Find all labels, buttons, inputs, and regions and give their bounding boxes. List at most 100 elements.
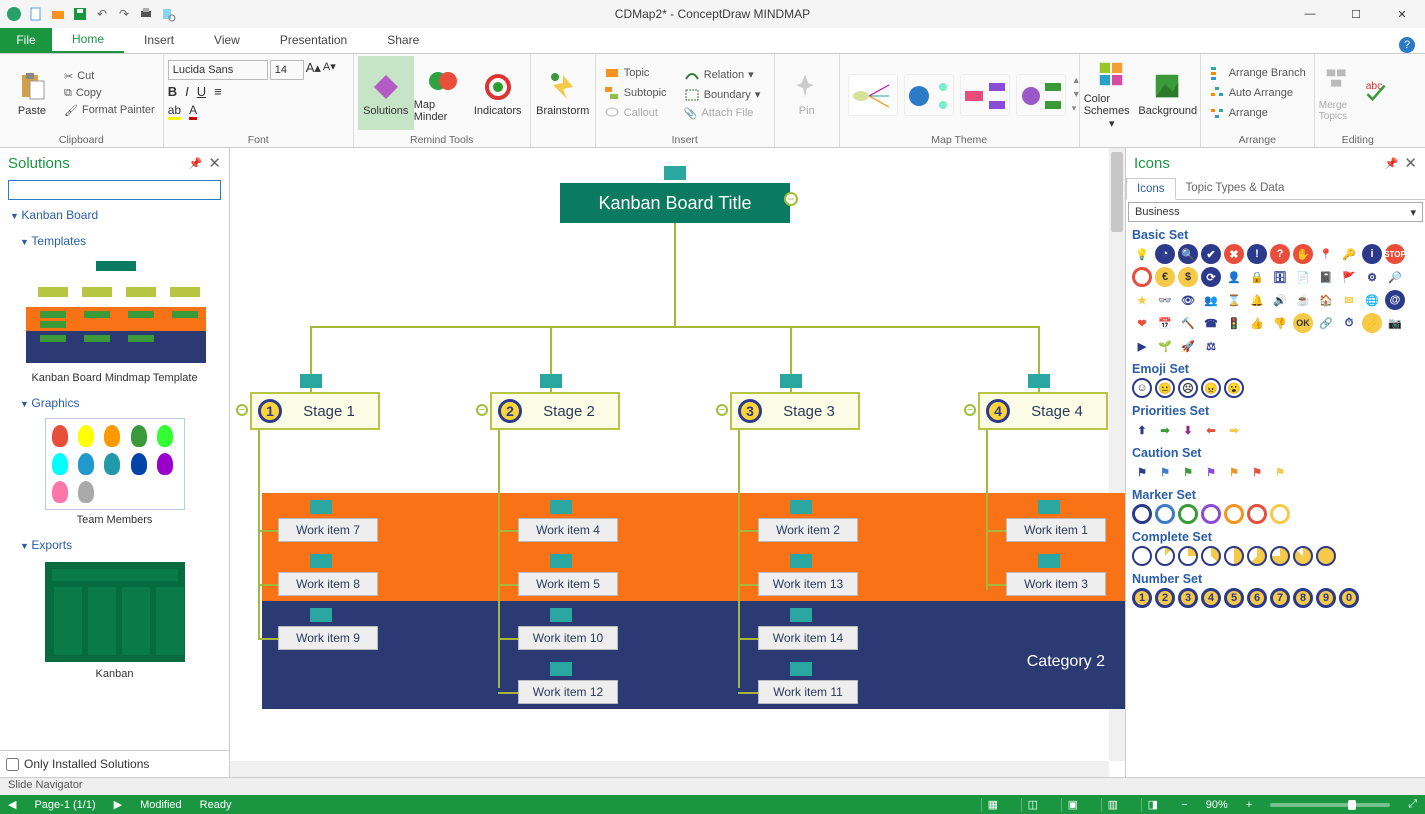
num-9-icon[interactable]: 9 — [1316, 588, 1336, 608]
neutral-icon[interactable]: 😐 — [1155, 378, 1175, 398]
stage-1-node[interactable]: 1Stage 1 — [250, 392, 380, 430]
clock-icon[interactable]: ◔ — [1155, 244, 1175, 264]
bell-icon[interactable]: 🔔 — [1247, 290, 1267, 310]
marker-purple-icon[interactable] — [1201, 504, 1221, 524]
refresh-icon[interactable]: ⟳ — [1201, 267, 1221, 287]
speaker-icon[interactable]: 🔊 — [1270, 290, 1290, 310]
undo-icon[interactable]: ↶ — [94, 6, 110, 22]
work-item[interactable]: Work item 13 — [758, 572, 858, 596]
solutions-button[interactable]: Solutions — [358, 56, 414, 130]
work-item[interactable]: Work item 7 — [278, 518, 378, 542]
work-item[interactable]: Work item 2 — [758, 518, 858, 542]
grow-font-icon[interactable]: A▴ — [306, 60, 321, 80]
tab-topic-types[interactable]: Topic Types & Data — [1176, 178, 1295, 199]
tab-share[interactable]: Share — [367, 27, 439, 53]
theme-3[interactable] — [960, 74, 1010, 116]
mer×ge-topics-button[interactable]: Merge Topics — [1319, 56, 1363, 130]
maximize-button[interactable]: ☐ — [1333, 0, 1379, 28]
work-item[interactable]: Work item 9 — [278, 626, 378, 650]
color-schemes-button[interactable]: Color Schemes▾ — [1084, 56, 1140, 130]
at-icon[interactable]: @ — [1385, 290, 1405, 310]
next-page-icon[interactable]: ▶ — [114, 798, 122, 811]
marker-orange-icon[interactable] — [1224, 504, 1244, 524]
heart-icon[interactable]: ❤ — [1132, 313, 1152, 333]
background-button[interactable]: Background — [1140, 56, 1196, 130]
fit-icon[interactable]: ⤢ — [1408, 798, 1417, 811]
bold-button[interactable]: B — [168, 84, 177, 99]
underline-button[interactable]: U — [197, 84, 206, 99]
cancel-icon[interactable]: ✖ — [1224, 244, 1244, 264]
theme-1[interactable] — [848, 74, 898, 116]
new-icon[interactable] — [28, 6, 44, 22]
arrow-up-icon[interactable]: ⬆ — [1132, 420, 1152, 440]
team-members-graphic[interactable] — [45, 418, 185, 510]
section-templates[interactable]: Templates — [0, 228, 229, 254]
euro-icon[interactable]: € — [1155, 267, 1175, 287]
marker-green-icon[interactable] — [1178, 504, 1198, 524]
gear-icon[interactable]: ⚙ — [1362, 267, 1382, 287]
spellcheck-button[interactable]: abc — [1363, 56, 1397, 130]
marker-blue-icon[interactable] — [1155, 504, 1175, 524]
work-item[interactable]: Work item 5 — [518, 572, 618, 596]
stop-icon[interactable]: STOP — [1385, 244, 1405, 264]
marker-gold-icon[interactable] — [1270, 504, 1290, 524]
arrange-branch-button[interactable]: Arrange Branch — [1205, 64, 1310, 82]
save-icon[interactable] — [72, 6, 88, 22]
complete-87-icon[interactable] — [1293, 546, 1313, 566]
collapse-icon[interactable]: − — [964, 404, 976, 416]
tab-file[interactable]: File — [0, 27, 52, 53]
map-minder-button[interactable]: Map Minder — [414, 56, 470, 130]
arrow-right-icon[interactable]: ➡ — [1155, 420, 1175, 440]
pin-icon[interactable]: 📍 — [1316, 244, 1336, 264]
hand-icon[interactable]: ✋ — [1293, 244, 1313, 264]
marker-red-icon[interactable] — [1247, 504, 1267, 524]
pin-icon[interactable]: 📌 — [1385, 157, 1399, 170]
num-5-icon[interactable]: 5 — [1224, 588, 1244, 608]
smile-icon[interactable]: ☺ — [1132, 378, 1152, 398]
work-item[interactable]: Work item 14 — [758, 626, 858, 650]
paste-button[interactable]: Paste — [4, 56, 60, 130]
kanban-template-thumb[interactable] — [25, 256, 205, 366]
num-3-icon[interactable]: 3 — [1178, 588, 1198, 608]
minimize-button[interactable]: — — [1287, 0, 1333, 28]
gavel-icon[interactable]: 🔨 — [1178, 313, 1198, 333]
font-size-combo[interactable]: 14 — [270, 60, 304, 80]
indicators-button[interactable]: Indicators — [470, 56, 526, 130]
flag-green-icon[interactable]: ⚑ — [1178, 462, 1198, 482]
format-painter-button[interactable]: 🖌 Format Painter — [60, 103, 159, 118]
complete-100-icon[interactable] — [1316, 546, 1336, 566]
database-icon[interactable]: 🗄 — [1270, 267, 1290, 287]
flag-red-icon[interactable]: ⚑ — [1247, 462, 1267, 482]
highlight-button[interactable]: ab — [168, 103, 181, 120]
print-icon[interactable] — [138, 6, 154, 22]
complete-75-icon[interactable] — [1270, 546, 1290, 566]
info-icon[interactable]: i — [1362, 244, 1382, 264]
arrow-down-icon[interactable]: ⬇ — [1178, 420, 1198, 440]
frown-icon[interactable]: ☹ — [1178, 378, 1198, 398]
view-mode-3-icon[interactable]: ▣ — [1061, 798, 1083, 812]
marker-navy-icon[interactable] — [1132, 504, 1152, 524]
work-item[interactable]: Work item 8 — [278, 572, 378, 596]
complete-25-icon[interactable] — [1178, 546, 1198, 566]
key-icon[interactable]: 🔑 — [1339, 244, 1359, 264]
collapse-icon[interactable]: − — [716, 404, 728, 416]
align-button[interactable]: ≡ — [214, 84, 222, 99]
section-exports[interactable]: Exports — [0, 532, 229, 558]
num-6-icon[interactable]: 6 — [1247, 588, 1267, 608]
view-mode-4-icon[interactable]: ▥ — [1101, 798, 1123, 812]
root-node[interactable]: Kanban Board Title — [560, 183, 790, 223]
num-8-icon[interactable]: 8 — [1293, 588, 1313, 608]
mail-icon[interactable]: ✉ — [1339, 290, 1359, 310]
close-button[interactable]: ✕ — [1379, 0, 1425, 28]
question-icon[interactable]: ? — [1270, 244, 1290, 264]
search2-icon[interactable]: 🔎 — [1385, 267, 1405, 287]
flag-navy-icon[interactable]: ⚑ — [1132, 462, 1152, 482]
open-icon[interactable] — [50, 6, 66, 22]
phone-icon[interactable]: ☎ — [1201, 313, 1221, 333]
search-icon[interactable]: 🔍 — [1178, 244, 1198, 264]
preview-icon[interactable] — [160, 6, 176, 22]
only-installed-row[interactable]: Only Installed Solutions — [0, 750, 229, 777]
zoom-out-icon[interactable]: − — [1181, 799, 1187, 811]
chain-icon[interactable]: 🔗 — [1316, 313, 1336, 333]
pin-icon[interactable]: 📌 — [189, 157, 203, 170]
